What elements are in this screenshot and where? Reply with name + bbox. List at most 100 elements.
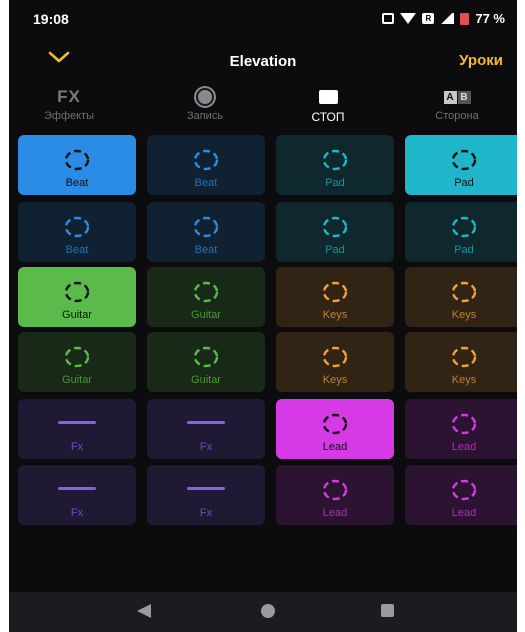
pad-label: Guitar — [62, 309, 92, 321]
signal-icon — [440, 13, 455, 24]
loop-icon — [322, 346, 348, 368]
side-label: Сторона — [435, 110, 479, 122]
loop-icon — [193, 149, 219, 171]
back-icon[interactable] — [137, 604, 151, 618]
pad-keys[interactable]: Keys — [276, 267, 394, 327]
wifi-icon — [400, 13, 417, 24]
pad-guitar[interactable]: Guitar — [147, 332, 265, 392]
line-icon — [58, 487, 96, 490]
pad-pad[interactable]: Pad — [276, 135, 394, 195]
pad-label: Guitar — [191, 374, 221, 386]
pad-label: Keys — [322, 309, 348, 321]
pad-beat[interactable]: Beat — [147, 135, 265, 195]
loop-icon — [451, 346, 477, 368]
pad-lead[interactable]: Lead — [276, 465, 394, 525]
battery-icon — [460, 12, 470, 25]
lessons-button[interactable]: Уроки — [459, 52, 503, 69]
sim-badge-icon: R — [422, 13, 435, 24]
line-icon — [187, 487, 225, 490]
loop-icon — [451, 281, 477, 303]
home-icon[interactable] — [261, 604, 275, 618]
recents-icon[interactable] — [381, 604, 394, 617]
pad-fx[interactable]: Fx — [18, 465, 136, 525]
pad-beat[interactable]: Beat — [18, 202, 136, 262]
app-header: Elevation Уроки — [9, 38, 517, 82]
battery-percent: 77 % — [475, 11, 505, 26]
pad-keys[interactable]: Keys — [276, 332, 394, 392]
toolbar: FX Эффекты Запись СТОП A B Сторона — [9, 87, 517, 128]
pad-label: Lead — [322, 507, 348, 519]
loop-icon — [451, 413, 477, 435]
stop-button[interactable]: СТОП — [280, 88, 376, 124]
loop-icon — [64, 281, 90, 303]
status-icons: R 77 % — [382, 11, 505, 26]
loop-icon — [322, 149, 348, 171]
pad-label: Lead — [451, 441, 477, 453]
pad-lead[interactable]: Lead — [405, 465, 517, 525]
pad-label: Beat — [65, 244, 89, 256]
pad-label: Lead — [322, 441, 348, 453]
pad-label: Pad — [454, 244, 474, 256]
pad-beat[interactable]: Beat — [147, 202, 265, 262]
record-button[interactable]: Запись — [157, 88, 253, 122]
pad-pad[interactable]: Pad — [405, 135, 517, 195]
pad-fx[interactable]: Fx — [147, 465, 265, 525]
pad-label: Beat — [194, 177, 218, 189]
effects-button[interactable]: FX Эффекты — [21, 87, 117, 122]
loop-icon — [322, 281, 348, 303]
pad-label: Pad — [454, 177, 474, 189]
loop-icon — [64, 216, 90, 238]
pad-label: Keys — [451, 374, 477, 386]
pad-beat[interactable]: Beat — [18, 135, 136, 195]
pad-label: Beat — [65, 177, 89, 189]
loop-icon — [451, 149, 477, 171]
pad-label: Lead — [451, 507, 477, 519]
pad-label: Keys — [322, 374, 348, 386]
loop-icon — [64, 149, 90, 171]
pad-keys[interactable]: Keys — [405, 332, 517, 392]
pad-label: Beat — [194, 244, 218, 256]
pad-guitar[interactable]: Guitar — [18, 267, 136, 327]
loop-icon — [193, 216, 219, 238]
ab-side-icon: A B — [443, 90, 471, 104]
phone-screen: 19:08 R 77 % Elevation Уроки FX Эффекты … — [9, 0, 517, 632]
line-icon — [187, 421, 225, 424]
loop-icon — [322, 479, 348, 501]
line-icon — [58, 421, 96, 424]
system-nav-bar — [9, 592, 517, 632]
side-button[interactable]: A B Сторона — [409, 88, 505, 122]
loop-icon — [64, 346, 90, 368]
status-time: 19:08 — [33, 11, 69, 27]
stop-label: СТОП — [311, 110, 345, 124]
loop-icon — [322, 216, 348, 238]
pad-pad[interactable]: Pad — [405, 202, 517, 262]
loop-icon — [193, 346, 219, 368]
pad-pad[interactable]: Pad — [276, 202, 394, 262]
record-icon — [196, 88, 214, 106]
pad-label: Fx — [70, 441, 84, 453]
pad-label: Fx — [199, 441, 213, 453]
pad-label: Guitar — [191, 309, 221, 321]
pad-label: Guitar — [62, 374, 92, 386]
vibrate-icon — [382, 13, 395, 24]
record-label: Запись — [186, 110, 224, 122]
pad-label: Pad — [325, 177, 345, 189]
loop-icon — [451, 216, 477, 238]
pad-lead[interactable]: Lead — [276, 399, 394, 459]
pad-guitar[interactable]: Guitar — [147, 267, 265, 327]
pad-label: Fx — [70, 507, 84, 519]
loop-icon — [451, 479, 477, 501]
pad-lead[interactable]: Lead — [405, 399, 517, 459]
pad-label: Fx — [199, 507, 213, 519]
pad-label: Keys — [451, 309, 477, 321]
page-title: Elevation — [229, 53, 297, 70]
loop-icon — [193, 281, 219, 303]
pad-keys[interactable]: Keys — [405, 267, 517, 327]
pad-guitar[interactable]: Guitar — [18, 332, 136, 392]
status-bar: 19:08 R 77 % — [9, 0, 517, 38]
pad-label: Pad — [325, 244, 345, 256]
pad-fx[interactable]: Fx — [147, 399, 265, 459]
stop-icon — [318, 90, 338, 104]
pad-fx[interactable]: Fx — [18, 399, 136, 459]
fx-icon: FX — [57, 87, 81, 106]
